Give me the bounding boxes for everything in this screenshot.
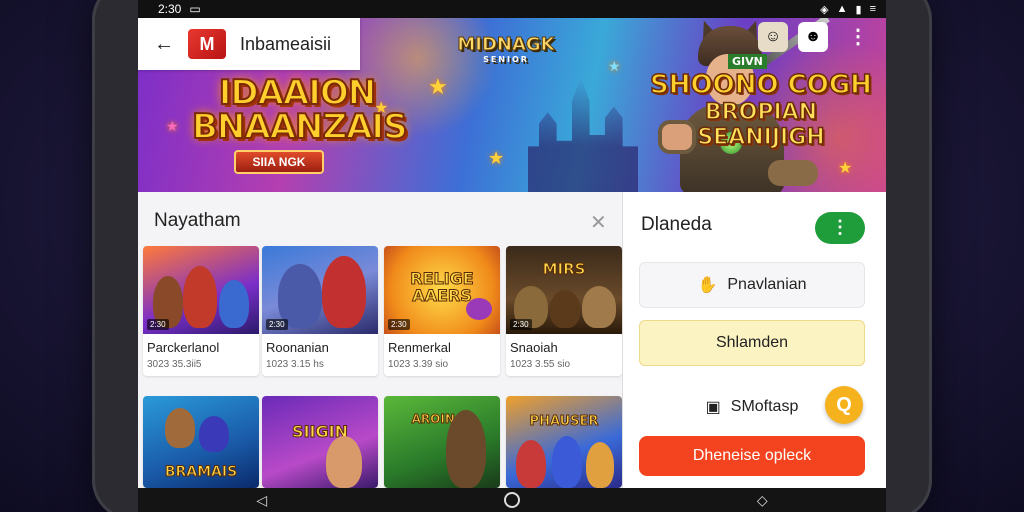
game-thumbnail: MIRS 2:30 [506, 246, 622, 334]
game-thumbnail: 2:30 [143, 246, 259, 334]
game-title: Renmerkal [388, 340, 451, 355]
game-meta: 1023 3.39 sio [388, 359, 449, 370]
app-title: Inbameaisii [240, 33, 332, 54]
back-arrow-icon[interactable]: ← [154, 33, 174, 56]
duration-badge: 2:30 [147, 319, 169, 330]
option-label: Pnavlanian [727, 276, 807, 293]
game-title: Roonanian [266, 340, 329, 355]
option-label: SMoftasp [730, 398, 799, 415]
briefcase-icon: ▣ [705, 399, 721, 416]
phone-screen: 2:30 ▭ ◈ ▲ ▮ ≡ ★ ★ ★ ★ ★ ★ IDAAION BNAAN… [138, 0, 886, 512]
wifi-icon: ◈ [820, 3, 829, 16]
sim-icon: ▭ [189, 2, 201, 16]
nav-recent-icon[interactable]: ◇ [757, 492, 768, 509]
castle-silhouette [528, 78, 638, 192]
banner-left-ribbon: SIIA NGK [234, 150, 324, 174]
duration-badge: 2:30 [388, 319, 410, 330]
banner-right-tag: GIVN [728, 54, 767, 69]
avatar[interactable]: ☻ [798, 22, 828, 52]
game-card[interactable]: PHAUSER [506, 396, 622, 488]
thumb-title: PHAUSER [529, 414, 599, 430]
duration-badge: 2:30 [510, 319, 532, 330]
home-icon[interactable] [504, 492, 520, 508]
star-icon: ★ [428, 74, 448, 99]
nav-back-icon[interactable]: ◁ [256, 492, 267, 509]
game-thumbnail: SIIGIN [262, 396, 378, 488]
game-meta: 1023 3.15 hs [266, 359, 324, 370]
thumb-title: BRAMAIS [164, 464, 238, 481]
section-title: Nayatham [154, 210, 241, 231]
games-section: Nayatham ✕ 2:30 Parckerlanol 3023 35.3ii… [138, 192, 622, 488]
game-thumbnail: PHAUSER [506, 396, 622, 488]
clock: 2:30 [158, 2, 182, 16]
game-card[interactable]: 2:30 Parckerlanol 3023 35.3ii5 [143, 246, 259, 376]
game-meta: 3023 35.3ii5 [147, 359, 202, 370]
game-title: Parckerlanol [147, 340, 220, 355]
banner-center-subtitle: SENIOR [483, 55, 529, 64]
cta-label: Dheneise opleck [692, 447, 812, 464]
menu-icon: ≡ [869, 3, 876, 15]
option-label: Shlamden [715, 334, 789, 351]
game-card[interactable]: BRAMAIS [143, 396, 259, 488]
game-thumbnail: RELIGE AAERS 2:30 [384, 246, 500, 334]
banner-right-line-1: SHOONO COGH [649, 69, 872, 101]
top-right-actions: ☺ ☻ ⋮ [758, 22, 868, 52]
battery-icon: ▮ [855, 3, 862, 16]
close-icon[interactable]: ✕ [590, 210, 607, 235]
hand-icon: ✋ [697, 277, 718, 294]
game-thumbnail: 2:30 [262, 246, 378, 334]
app-logo: M [188, 29, 226, 59]
banner-right-line-3: SEANIJIGH [697, 124, 826, 151]
banner-left-title: IDAAION BNAANZAIS [191, 73, 409, 147]
game-meta: 1023 3.55 sio [510, 359, 571, 370]
primary-cta-button[interactable]: Dheneise opleck [639, 436, 865, 476]
avatar[interactable]: ☺ [758, 22, 788, 52]
star-icon: ★ [838, 160, 853, 177]
banner-center-title: MIDNAGK SENIOR [456, 34, 556, 65]
details-panel: Dlaneda ⋮ ✋ Pnavlanian Shlamden ▣ SMofta… [622, 192, 886, 488]
status-bar: 2:30 ▭ ◈ ▲ ▮ ≡ [138, 0, 886, 18]
chat-icon[interactable]: Q [825, 386, 863, 424]
game-card[interactable]: MIRS 2:30 Snaoiah 1023 3.55 sio [506, 246, 622, 376]
banner-center-title-text: MIDNAGK [457, 34, 555, 56]
game-title: Snaoiah [510, 340, 558, 355]
panel-menu-button[interactable]: ⋮ [815, 212, 865, 244]
duration-badge: 2:30 [266, 319, 288, 330]
game-thumbnail: BRAMAIS [143, 396, 259, 488]
game-card[interactable]: SIIGIN [262, 396, 378, 488]
star-icon: ★ [608, 58, 621, 74]
signal-icon: ▲ [836, 3, 848, 15]
thumb-title: AROINAE [411, 412, 473, 427]
game-card[interactable]: AROINAE [384, 396, 500, 488]
option-button-2[interactable]: Shlamden [639, 320, 865, 366]
game-card[interactable]: RELIGE AAERS 2:30 Renmerkal 1023 3.39 si… [384, 246, 500, 376]
banner-right-line-2: BROPIAN [704, 99, 818, 126]
banner-right-title: GIVN SHOONO COGH BROPIAN SEANIJIGH [646, 54, 876, 151]
app-bar: ← M Inbameaisii [138, 18, 360, 70]
star-icon: ★ [488, 148, 505, 168]
panel-title: Dlaneda [641, 214, 712, 235]
option-button-1[interactable]: ✋ Pnavlanian [639, 262, 865, 308]
system-nav-bar: ◁ ◇ [138, 488, 886, 512]
more-options-icon[interactable]: ⋮ [848, 27, 868, 47]
star-icon: ★ [166, 118, 179, 134]
thumb-title: MIRS [542, 260, 586, 279]
game-thumbnail: AROINAE [384, 396, 500, 488]
game-card[interactable]: 2:30 Roonanian 1023 3.15 hs [262, 246, 378, 376]
thumb-title: SIIGIN [292, 422, 349, 442]
